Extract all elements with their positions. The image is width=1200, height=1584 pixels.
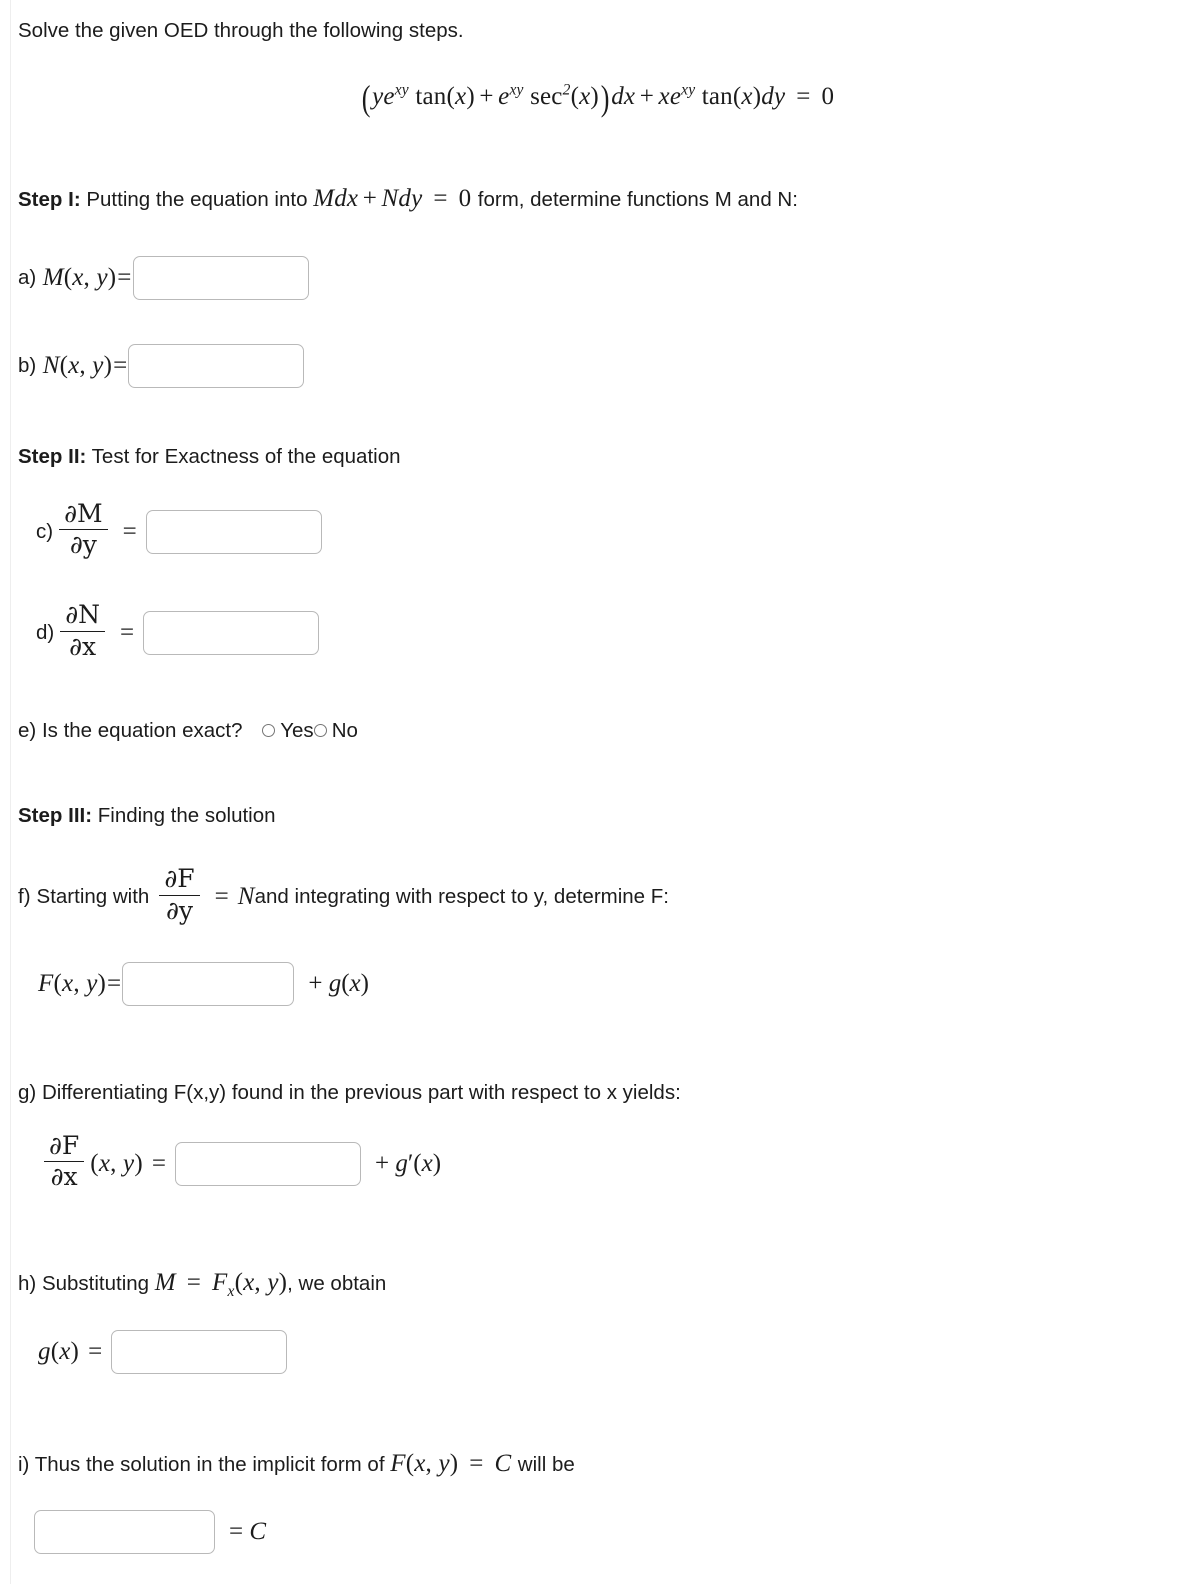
answer-input-a[interactable] xyxy=(132,255,309,300)
question-h-text-after: , we obtain xyxy=(287,1271,387,1295)
question-f-text-after: and integrating with respect to y, deter… xyxy=(254,885,669,909)
answer-input-b[interactable] xyxy=(128,343,305,388)
radio-circle-icon[interactable] xyxy=(262,724,276,737)
radio-option-yes[interactable]: Yes xyxy=(262,714,314,747)
question-b-row: b) N(x, y) = xyxy=(18,343,1176,388)
question-i-answer-row: = C xyxy=(18,1510,1176,1555)
question-d-marker: d) xyxy=(36,621,55,645)
question-f-text-before: Starting with xyxy=(36,885,150,909)
question-h-answer-equals: = xyxy=(88,1337,103,1365)
question-d-row: d) ∂N ∂x = xyxy=(18,600,1176,662)
question-h-inline-math: M = Fx(x, y) xyxy=(154,1268,288,1300)
question-i-marker: i) xyxy=(18,1452,30,1476)
question-c-row: c) ∂M ∂y = xyxy=(18,498,1176,561)
step-3-text: Finding the solution xyxy=(97,804,276,828)
question-g-equals: = xyxy=(151,1149,166,1177)
step-1-text-before: Putting the equation into xyxy=(86,188,308,212)
step-1-inline-math: Mdx + Ndy = 0 xyxy=(313,185,472,213)
worksheet-page: Solve the given OED through the followin… xyxy=(0,0,1200,1584)
worksheet-content: Solve the given OED through the followin… xyxy=(0,0,1200,1584)
question-c-denominator: ∂y xyxy=(59,529,108,558)
question-i-inline-math: F(x, y) = C xyxy=(390,1449,512,1477)
question-h-text-row: h) Substituting M = Fx(x, y), we obtain xyxy=(18,1263,1176,1304)
question-e-row: e) Is the equation exact? Yes No xyxy=(18,714,1176,747)
question-f-answer-row: F(x, y) = + g(x) xyxy=(18,961,1176,1006)
question-b-marker: b) xyxy=(18,353,37,377)
answer-input-f[interactable] xyxy=(122,961,295,1006)
question-g-denominator: ∂x xyxy=(44,1161,85,1190)
question-g-args: (x, y) xyxy=(90,1149,143,1177)
radio-circle-icon[interactable] xyxy=(313,724,327,737)
question-h-answer-row: g(x) = xyxy=(18,1329,1176,1374)
question-d-equals: = xyxy=(120,619,135,647)
answer-input-c[interactable] xyxy=(145,509,322,554)
instruction-text: Solve the given OED through the followin… xyxy=(18,19,464,42)
question-a-equals: = xyxy=(117,263,132,291)
question-c-numerator: ∂M xyxy=(64,498,103,528)
question-f-answer-equals: = xyxy=(107,969,122,997)
exactness-radio-group: Yes No xyxy=(262,714,358,747)
step-3-label: Step III: xyxy=(18,804,93,828)
question-g-fraction: ∂F ∂x xyxy=(44,1131,85,1191)
question-a-marker: a) xyxy=(18,265,37,289)
step-1-text-after: form, determine functions M and N: xyxy=(477,188,798,212)
answer-input-i[interactable] xyxy=(34,1510,215,1555)
step-3-heading: Step III: Finding the solution xyxy=(18,799,1176,832)
question-g-text-row: g) Differentiating F(x,y) found in the p… xyxy=(18,1076,1176,1109)
question-g-tail: + g′(x) xyxy=(374,1149,442,1177)
question-g-marker: g) xyxy=(18,1080,37,1104)
radio-option-no[interactable]: No xyxy=(313,714,358,747)
question-b-label: N(x, y) xyxy=(42,351,113,379)
question-i-text-after: will be xyxy=(517,1452,575,1476)
question-h-text-before: Substituting xyxy=(41,1271,150,1295)
question-f-marker: f) xyxy=(18,885,31,909)
question-h-answer-label: g(x) xyxy=(38,1337,80,1365)
question-c-equals: = xyxy=(122,517,137,545)
question-g-text: Differentiating F(x,y) found in the prev… xyxy=(41,1080,681,1104)
question-d-denominator: ∂x xyxy=(60,630,106,660)
question-f-numerator: ∂F xyxy=(164,864,195,894)
question-f-rhs-symbol: N xyxy=(237,883,255,911)
question-h-marker: h) xyxy=(18,1271,37,1295)
question-g-numerator: ∂F xyxy=(49,1131,80,1161)
question-f-denominator: ∂y xyxy=(159,894,200,924)
radio-label-no: No xyxy=(331,718,358,742)
question-b-equals: = xyxy=(113,351,128,379)
step-1-label: Step I: xyxy=(18,188,81,212)
answer-input-g[interactable] xyxy=(174,1141,361,1186)
question-c-marker: c) xyxy=(36,519,54,543)
question-e-text: Is the equation exact? xyxy=(41,719,243,742)
question-f-fraction: ∂F ∂y xyxy=(159,864,200,924)
question-g-answer-row: ∂F ∂x (x, y) = + g′(x) xyxy=(18,1131,1176,1193)
answer-input-d[interactable] xyxy=(143,611,320,656)
question-c-fraction: ∂M ∂y xyxy=(59,498,108,559)
question-a-row: a) M(x, y) = xyxy=(18,255,1176,300)
question-f-answer-label: F(x, y) xyxy=(38,969,107,997)
step-2-text: Test for Exactness of the equation xyxy=(91,444,401,468)
problem-equation: (yexy tan(x) + exy sec2(x))dx + xexy tan(x)d… xyxy=(361,78,835,119)
step-2-heading: Step II: Test for Exactness of the equat… xyxy=(18,440,1176,473)
radio-label-yes: Yes xyxy=(280,718,314,742)
question-i-tail: = C xyxy=(229,1518,267,1546)
question-a-label: M(x, y) xyxy=(42,263,117,291)
question-i-text-row: i) Thus the solution in the implicit for… xyxy=(18,1444,1176,1485)
answer-input-h[interactable] xyxy=(111,1329,288,1374)
step-2-label: Step II: xyxy=(18,444,87,468)
step-1-heading: Step I: Putting the equation into Mdx + Nd… xyxy=(18,179,1176,220)
question-d-numerator: ∂N xyxy=(65,600,101,630)
question-f-row: f) Starting with ∂F ∂y = N and integrati… xyxy=(18,864,1176,926)
question-f-tail: + g(x) xyxy=(308,969,369,997)
question-d-fraction: ∂N ∂x xyxy=(60,600,106,660)
question-i-text-before: Thus the solution in the implicit form o… xyxy=(34,1452,385,1476)
question-f-equals: = xyxy=(214,883,229,911)
question-e-marker: e) xyxy=(18,719,37,742)
